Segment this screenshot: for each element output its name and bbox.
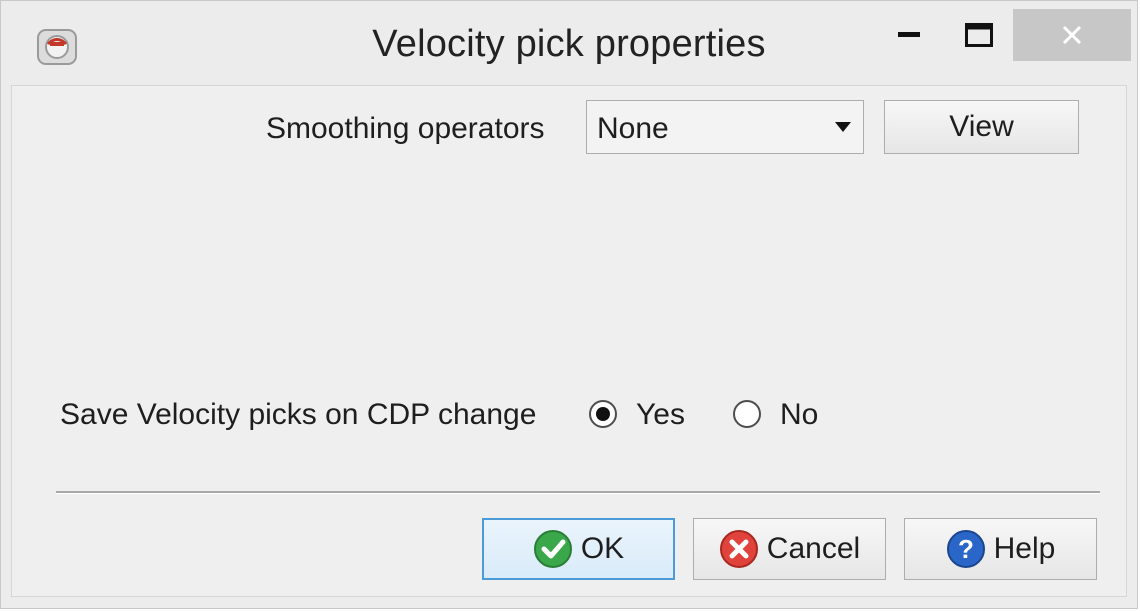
radio-no-label[interactable]: No — [780, 398, 818, 432]
app-logo-icon — [37, 29, 77, 65]
minimize-icon — [898, 32, 920, 37]
cancel-icon — [719, 530, 758, 568]
smoothing-operators-dropdown[interactable]: None — [586, 100, 864, 154]
maximize-button[interactable] — [951, 9, 1007, 61]
radio-yes[interactable] — [588, 399, 618, 429]
radio-no[interactable] — [732, 399, 762, 429]
separator — [56, 491, 1100, 494]
radio-yes-label[interactable]: Yes — [636, 398, 685, 432]
dialog-content: Smoothing operators None View Save Veloc… — [11, 85, 1127, 597]
smoothing-operators-label: Smoothing operators — [266, 112, 545, 145]
checkmark-icon — [533, 530, 572, 568]
cancel-button[interactable]: Cancel — [693, 518, 886, 580]
chevron-down-icon — [835, 122, 851, 132]
cancel-label: Cancel — [766, 532, 861, 565]
svg-text:?: ? — [958, 534, 974, 564]
close-icon — [1062, 25, 1082, 45]
dialog-window: Velocity pick properties Smoothing opera… — [0, 0, 1138, 609]
ok-button[interactable]: OK — [482, 518, 675, 580]
view-button[interactable]: View — [884, 100, 1079, 154]
maximize-icon — [965, 23, 993, 47]
dropdown-selected-value: None — [597, 112, 669, 145]
save-picks-label: Save Velocity picks on CDP change — [60, 398, 537, 431]
ok-label: OK — [580, 532, 625, 565]
help-button[interactable]: ? Help — [904, 518, 1097, 580]
minimize-button[interactable] — [881, 9, 937, 61]
help-label: Help — [993, 532, 1056, 565]
close-button[interactable] — [1013, 9, 1131, 61]
help-icon: ? — [946, 530, 985, 568]
title-bar[interactable]: Velocity pick properties — [1, 1, 1137, 85]
